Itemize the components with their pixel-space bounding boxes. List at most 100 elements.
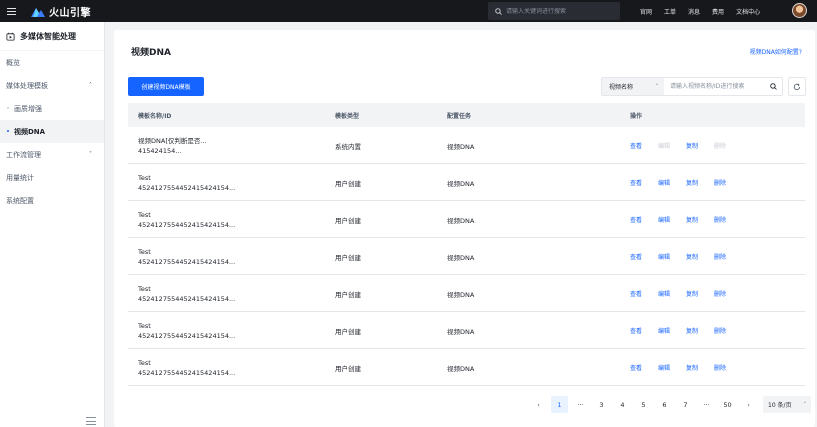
template-name[interactable]: Test: [138, 210, 235, 220]
sidebar-item-overview[interactable]: 概览: [0, 51, 104, 74]
sidebar-item-media-templates[interactable]: 媒体处理模板 ˄: [0, 74, 104, 97]
page-button[interactable]: 3: [593, 396, 610, 413]
user-avatar[interactable]: [792, 3, 807, 18]
page-ellipsis[interactable]: ···: [698, 396, 715, 413]
delete-link[interactable]: 删除: [714, 252, 742, 261]
filter-field-select[interactable]: 视频名称 ˅: [602, 78, 664, 95]
page-ellipsis[interactable]: ···: [572, 396, 589, 413]
sidebar-item-video-dna[interactable]: 视频DNA: [0, 120, 104, 143]
copy-link[interactable]: 复制: [686, 326, 714, 335]
view-link[interactable]: 查看: [630, 326, 658, 335]
refresh-button[interactable]: [788, 77, 806, 96]
copy-link[interactable]: 复制: [686, 141, 714, 150]
row-actions: 查看 编辑 复制 删除: [630, 178, 742, 187]
page-title: 视频DNA: [131, 48, 171, 58]
template-name[interactable]: Test: [138, 284, 235, 294]
sidebar-item-usage[interactable]: 用量统计: [0, 166, 104, 189]
sidebar-item-quality-enhance[interactable]: 画质增强: [0, 97, 104, 120]
page-size-select[interactable]: 10 条/页 ˅: [763, 396, 811, 413]
template-name[interactable]: Test: [138, 321, 235, 331]
copy-link[interactable]: 复制: [686, 252, 714, 261]
column-header: 配置任务: [447, 112, 472, 120]
search-icon[interactable]: [764, 78, 782, 95]
delete-link[interactable]: 删除: [714, 326, 742, 335]
view-link[interactable]: 查看: [630, 289, 658, 298]
logo[interactable]: 火山引擎: [31, 4, 91, 19]
template-id: 4524127554452415424154...: [138, 332, 236, 340]
view-link[interactable]: 查看: [630, 252, 658, 261]
help-link[interactable]: 视频DNA如何配置?: [750, 47, 802, 56]
template-type: 用户创建: [335, 365, 361, 373]
next-page-button[interactable]: ›: [740, 396, 757, 413]
template-id: 4524127554452415424154...: [138, 369, 236, 377]
row-actions: 查看 编辑 复制 删除: [630, 215, 742, 224]
page-button[interactable]: 6: [656, 396, 673, 413]
page-button[interactable]: 5: [635, 396, 652, 413]
delete-link[interactable]: 删除: [714, 363, 742, 372]
edit-link[interactable]: 编辑: [658, 252, 686, 261]
filter-field-label: 视频名称: [609, 84, 634, 91]
template-id: 4524127554452415424154...: [138, 258, 236, 266]
template-name-cell: Test 452412755445241542415​4...: [138, 173, 235, 193]
main-panel: 视频DNA 视频DNA如何配置? 创建视频DNA模板 视频名称 ˅ 模板名称/I…: [114, 30, 815, 427]
copy-link[interactable]: 复制: [686, 289, 714, 298]
delete-link[interactable]: 删除: [714, 178, 742, 187]
template-id: 4524127554452415424154...: [138, 221, 236, 229]
config-task: 视频DNA: [447, 328, 475, 336]
template-name[interactable]: Test: [138, 247, 235, 257]
view-link[interactable]: 查看: [630, 178, 658, 187]
copy-link[interactable]: 复制: [686, 178, 714, 187]
sidebar-item-settings[interactable]: 系统配置: [0, 189, 104, 212]
create-template-button[interactable]: 创建视频DNA模板: [128, 77, 204, 96]
edit-link[interactable]: 编辑: [658, 215, 686, 224]
search-input[interactable]: [664, 78, 764, 95]
view-link[interactable]: 查看: [630, 141, 658, 150]
sidebar-item-workflow[interactable]: 工作流管理 ˅: [0, 143, 104, 166]
page-button[interactable]: 1: [551, 396, 568, 413]
sidebar-item-label: 用量统计: [6, 173, 34, 182]
prev-page-button[interactable]: ‹: [530, 396, 547, 413]
row-actions: 查看 编辑 复制 删除: [630, 252, 742, 261]
media-box-icon: [6, 32, 15, 41]
template-name[interactable]: Test: [138, 173, 235, 183]
template-name[interactable]: Test: [138, 358, 235, 368]
nav-messages[interactable]: 消息: [688, 7, 700, 16]
column-header: 模板名称/ID: [138, 112, 172, 120]
page-button[interactable]: 50: [719, 396, 736, 413]
page-button[interactable]: 7: [677, 396, 694, 413]
nav-ticket[interactable]: 工单: [664, 7, 676, 16]
column-header: 模板类型: [335, 112, 360, 120]
delete-link[interactable]: 删除: [714, 289, 742, 298]
template-name[interactable]: 视频DNA[仅判断是否...: [138, 136, 207, 146]
delete-link[interactable]: 删除: [714, 215, 742, 224]
collapse-sidebar-icon[interactable]: [86, 417, 96, 425]
edit-link[interactable]: 编辑: [658, 289, 686, 298]
sidebar-item-label: 工作流管理: [6, 150, 41, 159]
template-type: 用户创建: [335, 328, 361, 336]
sidebar-item-label: 概览: [6, 58, 20, 67]
row-actions: 查看 编辑 复制 删除: [630, 141, 742, 150]
nav-docs[interactable]: 文档中心: [736, 7, 760, 16]
edit-link[interactable]: 编辑: [658, 178, 686, 187]
row-actions: 查看 编辑 复制 删除: [630, 326, 742, 335]
menu-icon[interactable]: [0, 0, 22, 22]
page-button[interactable]: 4: [614, 396, 631, 413]
nav-official-site[interactable]: 官网: [640, 7, 652, 16]
template-name-cell: Test 4524127554452415424154...: [138, 247, 235, 267]
template-id: 452412755445241542415​4...: [138, 184, 236, 192]
template-name-cell: Test 4524127554452415424154...: [138, 358, 235, 378]
refresh-icon: [793, 82, 801, 90]
config-task: 视频DNA: [447, 254, 475, 262]
view-link[interactable]: 查看: [630, 363, 658, 372]
edit-link[interactable]: 编辑: [658, 326, 686, 335]
config-task: 视频DNA: [447, 217, 475, 225]
config-task: 视频DNA: [447, 365, 475, 373]
copy-link[interactable]: 复制: [686, 215, 714, 224]
nav-billing[interactable]: 费用: [712, 7, 724, 16]
view-link[interactable]: 查看: [630, 215, 658, 224]
config-task: 视频DNA: [447, 180, 475, 188]
global-search-input[interactable]: [506, 7, 616, 15]
edit-link[interactable]: 编辑: [658, 363, 686, 372]
global-search[interactable]: [488, 2, 620, 20]
copy-link[interactable]: 复制: [686, 363, 714, 372]
